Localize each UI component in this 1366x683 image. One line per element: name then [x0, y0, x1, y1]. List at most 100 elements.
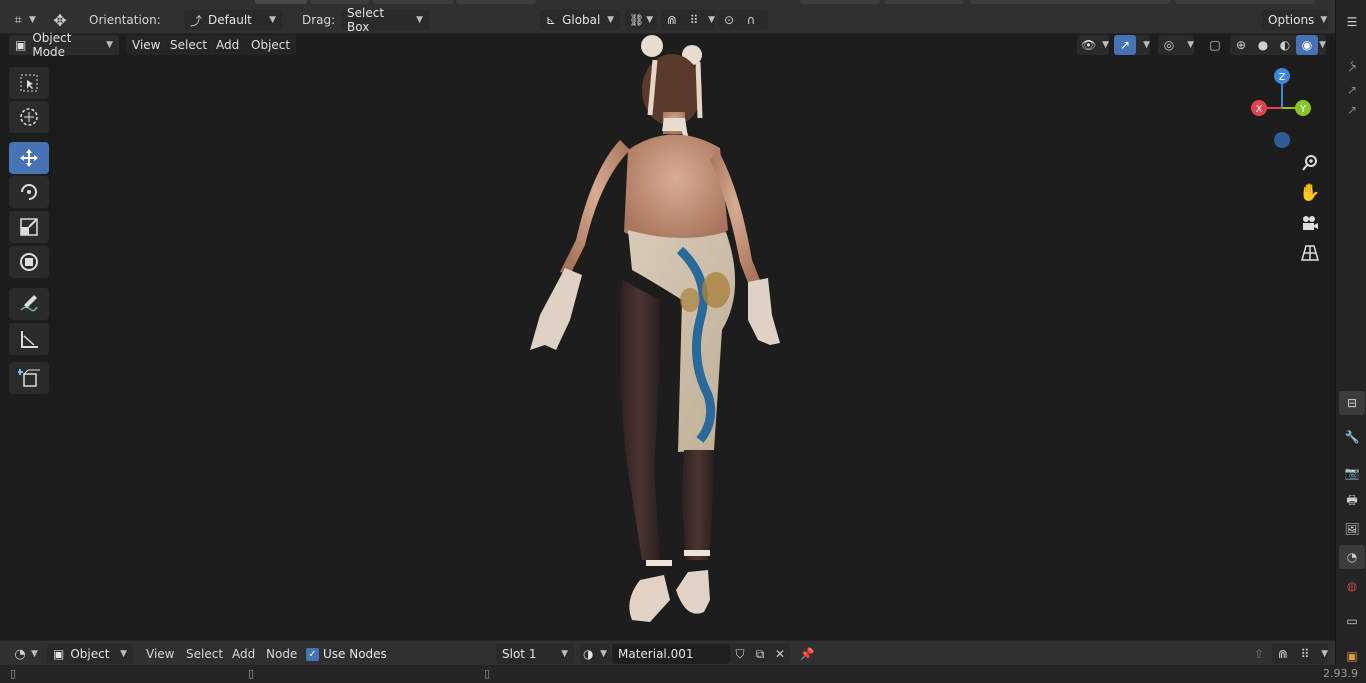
pivot-point-dropdown[interactable]: ⛓ ▼ [625, 10, 657, 30]
proportional-edit-icon[interactable]: ⊙ [718, 10, 740, 30]
workspace-tab[interactable] [800, 0, 880, 4]
select-box-tool[interactable] [9, 67, 49, 99]
output-properties-icon[interactable]: 🖶 [1339, 489, 1365, 513]
snap-magnet-icon[interactable]: ⋒ [1272, 644, 1294, 664]
mode-dropdown[interactable]: ▣ Object Mode ▼ [9, 31, 119, 59]
mode-value: Object Mode [32, 31, 72, 59]
render-properties-icon[interactable]: 📷 [1339, 461, 1365, 485]
chevron-down-icon: ▼ [607, 15, 614, 25]
parent-node-tree-button[interactable]: ⇧ [1248, 644, 1270, 664]
navigation-gizmo[interactable]: Z X Y [1242, 66, 1322, 158]
mouse-right-icon: ▯ [484, 667, 491, 680]
menu-add[interactable]: Add [210, 35, 246, 55]
menu-select[interactable]: Select [186, 644, 223, 664]
perspective-grid-icon[interactable] [1297, 240, 1323, 266]
workspace-tab[interactable] [373, 0, 453, 4]
axes-icon: ⊾ [546, 13, 557, 27]
drag-label: Drag: [302, 10, 335, 30]
chevron-down-icon: ▼ [416, 15, 423, 25]
workspace-tab[interactable] [1175, 0, 1315, 4]
workspace-tab[interactable] [310, 0, 370, 4]
unlink-close-icon[interactable]: ✕ [770, 644, 790, 664]
character-model[interactable] [0, 34, 1335, 637]
menu-view[interactable]: View [146, 644, 174, 664]
menu-object[interactable]: Object [245, 35, 297, 55]
snapping-group: ⋒ ⠿ ▼ [661, 10, 715, 30]
shader-type-dropdown[interactable]: ▣ Object ▼ [47, 644, 133, 664]
menu-node[interactable]: Node [266, 644, 297, 664]
pin-button[interactable]: 📌 [796, 644, 818, 664]
material-slot-dropdown[interactable]: Slot 1 ▼ [496, 644, 574, 664]
drag-dropdown[interactable]: Select Box ▼ [341, 6, 429, 34]
gizmo-toggle[interactable]: ↗ ▼ [1114, 35, 1150, 55]
menu-select[interactable]: Select [164, 35, 214, 55]
rotate-tool[interactable] [9, 176, 49, 208]
orientation-icon: ⤴ [190, 13, 203, 28]
orientation-label: Orientation: [89, 10, 161, 30]
workspace-tab[interactable] [970, 0, 1170, 4]
viewport-editor-icon: ⌗ [14, 12, 22, 28]
editor-type-selector[interactable]: ◔ ▼ [10, 644, 38, 664]
duplicate-material-icon[interactable]: ⧉ [750, 644, 770, 664]
gizmo-negative-z-axis[interactable] [1274, 132, 1290, 148]
add-cube-tool[interactable] [9, 362, 49, 394]
wireframe-shading-icon[interactable]: ⊕ [1230, 35, 1252, 55]
status-bar: ▯ ▯ ▯ 2.93.9 [0, 665, 1366, 683]
snap-magnet-icon[interactable]: ⋒ [661, 10, 683, 30]
object-mode-icon: ▣ [15, 38, 27, 52]
zoom-icon[interactable] [1297, 150, 1323, 176]
transform-tool[interactable] [9, 246, 49, 278]
active-tool-icon[interactable]: ✥ [50, 10, 70, 30]
annotate-tool[interactable] [9, 288, 49, 320]
move-tool[interactable] [9, 142, 49, 174]
tool-settings-icon[interactable]: 🔧 [1339, 425, 1365, 449]
snap-grid-icon[interactable]: ⠿ [1294, 644, 1316, 664]
camera-view-icon[interactable] [1297, 210, 1323, 236]
workspace-tab-active[interactable] [255, 0, 307, 4]
mouse-left-icon: ▯ [10, 667, 17, 680]
drag-label-text: Drag: [302, 13, 336, 27]
add-cube-icon [18, 369, 40, 387]
transform-orientation-dropdown[interactable]: ⊾ Global ▼ [540, 10, 620, 30]
restrict-select-icon[interactable]: ↗ [1339, 98, 1365, 122]
world-properties-icon[interactable]: ◍ [1339, 574, 1365, 598]
restrict-select-icon[interactable]: ↗ [1339, 56, 1365, 80]
orientation-dropdown[interactable]: ⤴ Default ▼ [184, 10, 282, 30]
outliner-icon[interactable]: ☰ [1339, 10, 1365, 34]
fake-user-shield-icon[interactable]: ⛉ [730, 644, 750, 664]
rendered-shading-icon[interactable]: ◉ [1296, 35, 1318, 55]
scale-tool[interactable] [9, 211, 49, 243]
menu-add[interactable]: Add [232, 644, 255, 664]
material-name-field[interactable]: Material.001 [612, 644, 730, 664]
object-icon: ▣ [53, 647, 65, 661]
solid-shading-icon[interactable]: ● [1252, 35, 1274, 55]
chevron-down-icon: ▼ [600, 649, 607, 659]
xray-toggle[interactable]: ▢ [1204, 35, 1226, 55]
view-layer-properties-icon[interactable]: 🖼 [1339, 517, 1365, 541]
gizmo-icon: ↗ [1114, 35, 1136, 55]
annotate-pencil-icon [20, 295, 38, 312]
scene-properties-icon[interactable]: ◔ [1339, 545, 1365, 569]
use-nodes-checkbox[interactable]: ✓ Use Nodes [306, 644, 387, 664]
material-preview-icon[interactable]: ◐ [1274, 35, 1296, 55]
cursor-tool[interactable] [9, 101, 49, 133]
overlay-toggle[interactable]: ◎ ▼ [1158, 35, 1194, 55]
pan-hand-icon[interactable]: ✋ [1297, 180, 1323, 206]
workspace-tab[interactable] [456, 0, 536, 4]
measure-tool[interactable] [9, 323, 49, 355]
3d-viewport[interactable]: Z X Y ✋ [0, 34, 1335, 637]
chevron-down-icon: ▼ [1143, 40, 1150, 50]
visibility-dropdown[interactable]: 👁 ▼ [1077, 35, 1109, 55]
browse-material-button[interactable]: ◑ ▼ [580, 644, 610, 664]
properties-toggle-icon[interactable]: ⊟ [1339, 391, 1365, 415]
snap-target-icon[interactable]: ⠿ [683, 10, 705, 30]
shader-editor-header: ◔ ▼ ▣ Object ▼ View Select Add Node ✓ Use… [0, 640, 1335, 665]
editor-type-selector[interactable]: ⌗ ▼ [8, 10, 36, 30]
menu-view[interactable]: View [126, 35, 167, 55]
use-nodes-label: Use Nodes [323, 647, 387, 661]
falloff-curve-icon[interactable]: ∩ [740, 10, 762, 30]
collection-properties-icon[interactable]: ▭ [1339, 609, 1365, 633]
workspace-tab[interactable] [884, 0, 964, 4]
options-dropdown[interactable]: Options ▼ [1262, 10, 1328, 30]
tool-settings-header: ⌗ ▼ ✥ Orientation: ⤴ Default ▼ Drag: Sele… [0, 0, 1335, 34]
